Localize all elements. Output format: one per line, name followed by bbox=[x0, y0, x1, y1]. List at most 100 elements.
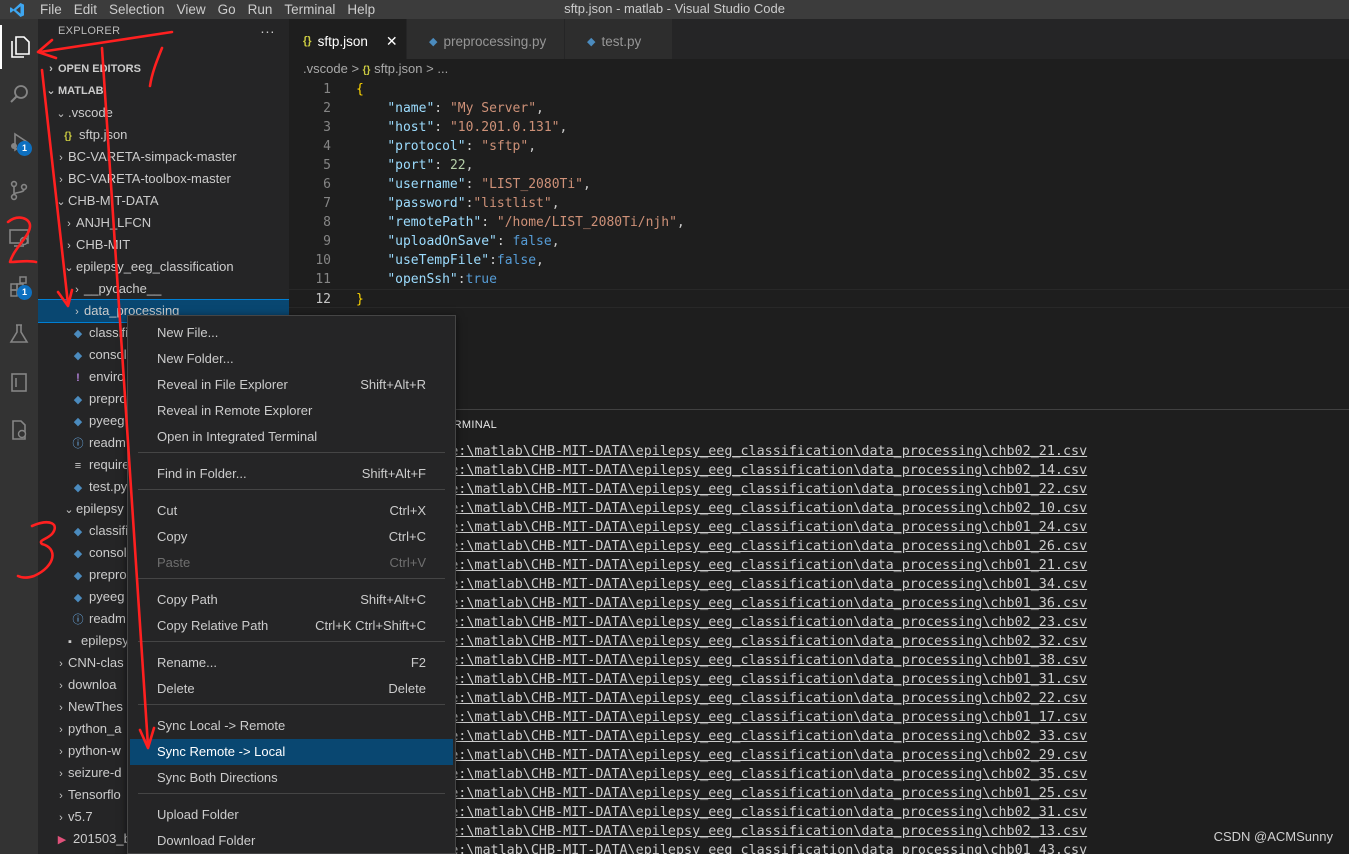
tree-item-folder[interactable]: › BC-VARETA-toolbox-master bbox=[38, 168, 289, 190]
context-menu-item[interactable]: Copy Path Shift+Alt+C bbox=[130, 587, 453, 613]
context-menu-item[interactable]: Copy Relative Path Ctrl+K Ctrl+Shift+C bbox=[130, 613, 453, 639]
explorer-icon[interactable] bbox=[0, 25, 38, 69]
menu-run[interactable]: Run bbox=[242, 0, 279, 19]
log-file-name[interactable]: chb01_26.csv bbox=[990, 539, 1087, 554]
code-line[interactable]: 9 "uploadOnSave": false, bbox=[289, 232, 1349, 251]
log-path-link[interactable]: e:\matlab\CHB-MIT-DATA\epilepsy_eeg_clas… bbox=[450, 558, 990, 573]
log-path-link[interactable]: e:\matlab\CHB-MIT-DATA\epilepsy_eeg_clas… bbox=[450, 767, 990, 782]
context-menu-item[interactable]: Open in Integrated Terminal bbox=[130, 424, 453, 450]
menu-view[interactable]: View bbox=[171, 0, 212, 19]
context-menu-item[interactable]: New File... bbox=[130, 320, 453, 346]
context-menu-item[interactable]: Cut Ctrl+X bbox=[130, 498, 453, 524]
log-file-name[interactable]: chb01_31.csv bbox=[990, 672, 1087, 687]
close-icon[interactable]: ✕ bbox=[386, 33, 398, 50]
context-menu-item[interactable]: New Folder... bbox=[130, 346, 453, 372]
log-path-link[interactable]: e:\matlab\CHB-MIT-DATA\epilepsy_eeg_clas… bbox=[450, 729, 990, 744]
tab-sftp-json[interactable]: {} sftp.json ✕ bbox=[289, 19, 407, 63]
log-path-link[interactable]: e:\matlab\CHB-MIT-DATA\epilepsy_eeg_clas… bbox=[450, 691, 990, 706]
tab-preprocessing-py[interactable]: ◆ preprocessing.py bbox=[407, 19, 565, 63]
code-line[interactable]: 7 "password":"listlist", bbox=[289, 194, 1349, 213]
workspace-section[interactable]: ⌄ MATLAB bbox=[38, 80, 289, 102]
code-line[interactable]: 5 "port": 22, bbox=[289, 156, 1349, 175]
context-menu-item[interactable]: Upload Folder bbox=[130, 802, 453, 828]
context-menu-item[interactable]: Sync Local -> Remote bbox=[130, 713, 453, 739]
log-file-name[interactable]: chb02_23.csv bbox=[990, 615, 1087, 630]
search-icon[interactable] bbox=[0, 72, 38, 116]
log-path-link[interactable]: e:\matlab\CHB-MIT-DATA\epilepsy_eeg_clas… bbox=[450, 615, 990, 630]
context-menu-item[interactable]: Find in Folder... Shift+Alt+F bbox=[130, 461, 453, 487]
tree-item-vscode[interactable]: ⌄ .vscode bbox=[38, 102, 289, 124]
context-menu-item[interactable]: Download Folder bbox=[130, 828, 453, 854]
log-file-name[interactable]: chb01_38.csv bbox=[990, 653, 1087, 668]
log-path-link[interactable]: e:\matlab\CHB-MIT-DATA\epilepsy_eeg_clas… bbox=[450, 653, 990, 668]
log-file-name[interactable]: chb02_14.csv bbox=[990, 463, 1087, 478]
code-line[interactable]: 11 "openSsh":true bbox=[289, 270, 1349, 289]
tab-test-py[interactable]: ◆ test.py bbox=[565, 19, 673, 63]
log-file-name[interactable]: chb01_43.csv bbox=[990, 843, 1087, 854]
context-menu-item[interactable]: Reveal in File Explorer Shift+Alt+R bbox=[130, 372, 453, 398]
run-debug-icon[interactable]: 1 bbox=[0, 120, 38, 164]
breadcrumb-folder[interactable]: .vscode bbox=[303, 61, 348, 76]
context-menu-item[interactable]: Copy Ctrl+C bbox=[130, 524, 453, 550]
log-file-name[interactable]: chb02_29.csv bbox=[990, 748, 1087, 763]
context-menu-item[interactable]: Sync Both Directions bbox=[130, 765, 453, 791]
tree-item-folder[interactable]: › ANJH_LFCN bbox=[38, 212, 289, 234]
menu-terminal[interactable]: Terminal bbox=[278, 0, 341, 19]
log-path-link[interactable]: e:\matlab\CHB-MIT-DATA\epilepsy_eeg_clas… bbox=[450, 463, 990, 478]
log-file-name[interactable]: chb02_10.csv bbox=[990, 501, 1087, 516]
remote-explorer-icon[interactable] bbox=[0, 216, 38, 260]
log-file-name[interactable]: chb02_22.csv bbox=[990, 691, 1087, 706]
tree-item-folder[interactable]: › CHB-MIT bbox=[38, 234, 289, 256]
log-file-name[interactable]: chb02_35.csv bbox=[990, 767, 1087, 782]
more-actions-icon[interactable]: ··· bbox=[260, 19, 275, 44]
log-path-link[interactable]: e:\matlab\CHB-MIT-DATA\epilepsy_eeg_clas… bbox=[450, 596, 990, 611]
log-path-link[interactable]: e:\matlab\CHB-MIT-DATA\epilepsy_eeg_clas… bbox=[450, 824, 990, 839]
context-menu-item[interactable]: Delete Delete bbox=[130, 676, 453, 702]
log-file-name[interactable]: chb02_33.csv bbox=[990, 729, 1087, 744]
sftp-icon[interactable] bbox=[0, 408, 38, 452]
log-file-name[interactable]: chb01_17.csv bbox=[990, 710, 1087, 725]
open-editors-section[interactable]: › OPEN EDITORS bbox=[38, 58, 289, 80]
log-path-link[interactable]: e:\matlab\CHB-MIT-DATA\epilepsy_eeg_clas… bbox=[450, 786, 990, 801]
breadcrumb-symbol[interactable]: ... bbox=[437, 61, 448, 76]
tree-item-folder[interactable]: ⌄ epilepsy_eeg_classification bbox=[38, 256, 289, 278]
log-file-name[interactable]: chb02_21.csv bbox=[990, 444, 1087, 459]
code-line[interactable]: 3 "host": "10.201.0.131", bbox=[289, 118, 1349, 137]
notebook-icon[interactable] bbox=[0, 360, 38, 404]
code-line[interactable]: 12} bbox=[289, 289, 1349, 308]
log-path-link[interactable]: e:\matlab\CHB-MIT-DATA\epilepsy_eeg_clas… bbox=[450, 539, 990, 554]
log-file-name[interactable]: chb02_32.csv bbox=[990, 634, 1087, 649]
log-file-name[interactable]: chb01_24.csv bbox=[990, 520, 1087, 535]
log-file-name[interactable]: chb02_31.csv bbox=[990, 805, 1087, 820]
log-file-name[interactable]: chb01_25.csv bbox=[990, 786, 1087, 801]
code-line[interactable]: 10 "useTempFile":false, bbox=[289, 251, 1349, 270]
menu-edit[interactable]: Edit bbox=[68, 0, 103, 19]
code-line[interactable]: 1{ bbox=[289, 80, 1349, 99]
code-line[interactable]: 4 "protocol": "sftp", bbox=[289, 137, 1349, 156]
source-control-icon[interactable] bbox=[0, 168, 38, 212]
testing-icon[interactable] bbox=[0, 312, 38, 356]
tree-item-folder[interactable]: › __pycache__ bbox=[38, 278, 289, 300]
code-line[interactable]: 2 "name": "My Server", bbox=[289, 99, 1349, 118]
log-file-name[interactable]: chb02_13.csv bbox=[990, 824, 1087, 839]
menu-go[interactable]: Go bbox=[212, 0, 242, 19]
log-path-link[interactable]: e:\matlab\CHB-MIT-DATA\epilepsy_eeg_clas… bbox=[450, 805, 990, 820]
log-path-link[interactable]: e:\matlab\CHB-MIT-DATA\epilepsy_eeg_clas… bbox=[450, 634, 990, 649]
context-menu-item[interactable]: Reveal in Remote Explorer bbox=[130, 398, 453, 424]
extensions-icon[interactable]: 1 bbox=[0, 264, 38, 308]
breadcrumb-file[interactable]: sftp.json bbox=[374, 61, 422, 76]
menu-file[interactable]: File bbox=[34, 0, 68, 19]
log-file-name[interactable]: chb01_34.csv bbox=[990, 577, 1087, 592]
context-menu-item[interactable]: Sync Remote -> Local bbox=[130, 739, 453, 765]
log-path-link[interactable]: e:\matlab\CHB-MIT-DATA\epilepsy_eeg_clas… bbox=[450, 748, 990, 763]
tree-item-folder[interactable]: ⌄ CHB-MIT-DATA bbox=[38, 190, 289, 212]
log-path-link[interactable]: e:\matlab\CHB-MIT-DATA\epilepsy_eeg_clas… bbox=[450, 672, 990, 687]
log-path-link[interactable]: e:\matlab\CHB-MIT-DATA\epilepsy_eeg_clas… bbox=[450, 520, 990, 535]
log-file-name[interactable]: chb01_21.csv bbox=[990, 558, 1087, 573]
code-line[interactable]: 6 "username": "LIST_2080Ti", bbox=[289, 175, 1349, 194]
log-file-name[interactable]: chb01_36.csv bbox=[990, 596, 1087, 611]
log-path-link[interactable]: e:\matlab\CHB-MIT-DATA\epilepsy_eeg_clas… bbox=[450, 577, 990, 592]
menu-selection[interactable]: Selection bbox=[103, 0, 171, 19]
code-line[interactable]: 8 "remotePath": "/home/LIST_2080Ti/njh", bbox=[289, 213, 1349, 232]
tree-item-sftp-json[interactable]: {} sftp.json bbox=[38, 124, 289, 146]
